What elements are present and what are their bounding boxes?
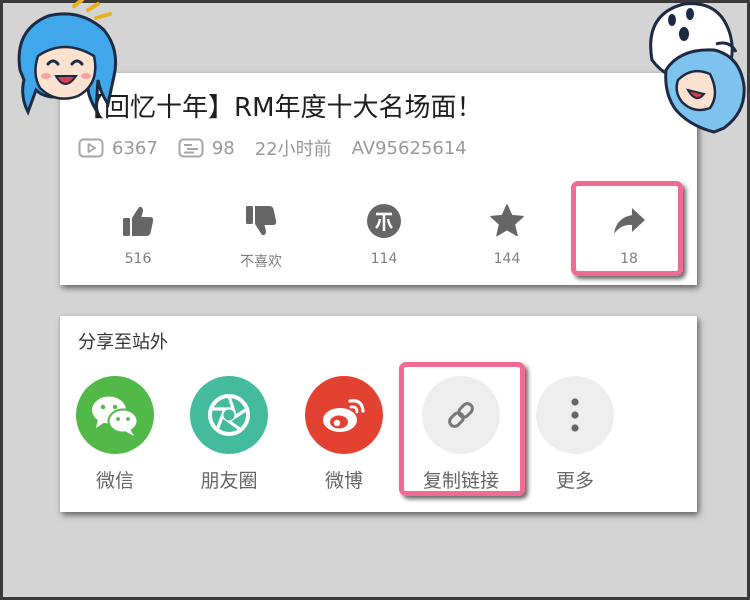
thumbs-up-icon bbox=[123, 206, 154, 236]
share-more-button[interactable]: 更多 bbox=[530, 376, 620, 493]
moments-label: 朋友圈 bbox=[200, 470, 258, 492]
danmaku-count-value: 98 bbox=[211, 137, 235, 159]
like-count: 516 bbox=[124, 251, 152, 267]
share-weibo-button[interactable]: 微博 bbox=[299, 376, 389, 493]
share-section-title: 分享至站外 bbox=[78, 332, 168, 353]
weibo-label: 微博 bbox=[324, 470, 363, 492]
thumbs-down-icon bbox=[246, 206, 277, 236]
ghost-sticker-icon bbox=[649, 2, 746, 134]
share-wechat-button[interactable]: 微信 bbox=[70, 376, 160, 493]
share-moments-button[interactable]: 朋友圈 bbox=[184, 376, 274, 493]
dislike-label: 不喜欢 bbox=[240, 254, 282, 270]
video-title: 【回忆十年】RM年度十大名场面！ bbox=[78, 93, 483, 123]
star-icon bbox=[490, 204, 524, 237]
view-count: 6367 bbox=[78, 138, 158, 159]
more-label: 更多 bbox=[555, 470, 594, 492]
coin-count: 114 bbox=[370, 251, 398, 267]
view-count-value: 6367 bbox=[112, 137, 158, 159]
danmaku-count: 98 bbox=[178, 138, 235, 159]
share-button-highlight bbox=[571, 181, 683, 276]
av-number: AV95625614 bbox=[351, 137, 467, 159]
coin-icon bbox=[367, 204, 401, 238]
upload-time: 22小时前 bbox=[254, 139, 332, 160]
share-external-card: 分享至站外 微信 朋友圈 微博 复制链接 更多 bbox=[60, 316, 697, 512]
video-meta-row: 6367 98 22小时前 AV95625614 bbox=[78, 135, 487, 161]
weibo-icon bbox=[323, 399, 365, 432]
more-icon-circle bbox=[536, 376, 614, 454]
girl-sticker-icon bbox=[17, 0, 118, 116]
like-button[interactable]: 516 bbox=[98, 203, 178, 267]
favorite-count: 144 bbox=[493, 251, 521, 267]
moments-icon bbox=[208, 394, 250, 436]
copy-link-highlight bbox=[399, 362, 525, 496]
dislike-button[interactable]: 不喜欢 bbox=[221, 203, 301, 271]
moments-icon-circle bbox=[190, 376, 268, 454]
weibo-icon-circle bbox=[305, 376, 383, 454]
danmaku-icon bbox=[178, 138, 204, 158]
wechat-label: 微信 bbox=[95, 470, 134, 492]
wechat-icon-circle bbox=[76, 376, 154, 454]
favorite-button[interactable]: 144 bbox=[467, 203, 547, 267]
coin-button[interactable]: 114 bbox=[344, 203, 424, 267]
more-dots-icon bbox=[571, 398, 579, 432]
play-count-icon bbox=[78, 138, 104, 158]
wechat-icon bbox=[92, 396, 139, 436]
